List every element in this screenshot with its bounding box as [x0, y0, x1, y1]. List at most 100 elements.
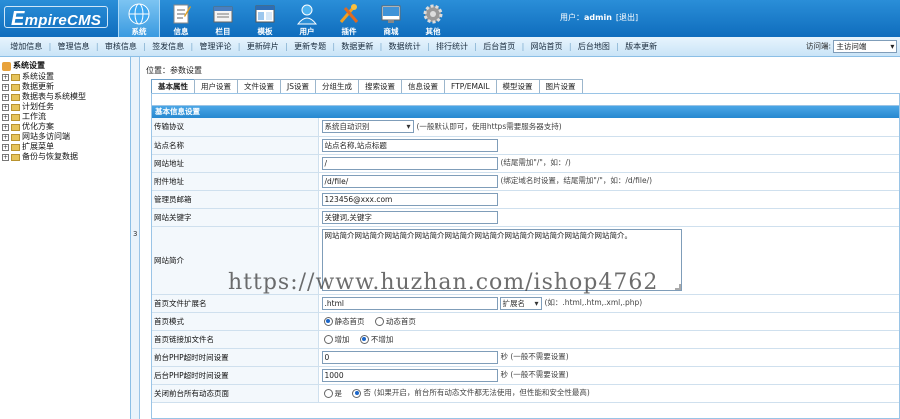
- tree-item-6[interactable]: + 网站多访问端: [2, 132, 130, 142]
- logout-link[interactable]: [退出]: [616, 13, 638, 22]
- folder-icon: [11, 103, 20, 111]
- topnav-item-template[interactable]: 模板: [244, 0, 286, 37]
- tree-item-5[interactable]: + 优化方案: [2, 122, 130, 132]
- tree-item-4[interactable]: + 工作流: [2, 112, 130, 122]
- expand-icon[interactable]: +: [2, 83, 9, 91]
- tree-item-2[interactable]: + 数据表与系统模型: [2, 92, 130, 102]
- folder-icon: [213, 6, 233, 23]
- tab-7[interactable]: FTP/EMAIL: [443, 79, 497, 93]
- close-dynamic-yes-radio[interactable]: [323, 388, 333, 398]
- folder-icon: [11, 93, 20, 101]
- quick-nav-link-4[interactable]: 管理评论: [193, 37, 238, 57]
- quick-nav-link-2[interactable]: 审核信息: [99, 37, 144, 57]
- top-header: EmpireCMS 系统 信息 栏目 模板 用户 插件 商城 其他 用户：adm…: [0, 0, 900, 37]
- index-link-add-radio[interactable]: [323, 334, 333, 344]
- form-row-site-name: 站点名称 站点名称,站点标题: [152, 136, 899, 155]
- quick-nav-link-3[interactable]: 签发信息: [146, 37, 191, 57]
- quick-nav-link-9[interactable]: 排行统计: [430, 37, 475, 57]
- protocol-select[interactable]: 系统自动识别: [321, 120, 414, 134]
- site-url-input[interactable]: /: [321, 156, 498, 170]
- main-content: 位置：参数设置 基本属性 用户设置 文件设置 JS设置 分组生成 搜索设置 信息设置 FTP/…: [141, 57, 900, 419]
- index-ext-input[interactable]: .html: [321, 296, 498, 310]
- site-name-input[interactable]: 站点名称,站点标题: [321, 138, 498, 152]
- tree-item-1[interactable]: + 数据更新: [2, 82, 130, 92]
- shop-icon: [381, 5, 401, 23]
- folder-icon: [11, 123, 20, 131]
- back-timeout-input[interactable]: 1000: [321, 368, 498, 382]
- topnav-item-system[interactable]: 系统: [118, 0, 160, 37]
- tab-1[interactable]: 用户设置: [194, 79, 238, 93]
- expand-icon[interactable]: +: [2, 123, 9, 131]
- expand-icon[interactable]: +: [2, 73, 9, 81]
- sidebar-tree: 系统设置 + 系统设置 + 数据更新 + 数据表与系统模型 + 计划任务 + 工作流 + 优化方案 + 网…: [0, 57, 131, 419]
- form-row-front-timeout: 前台PHP超时时间设置 0秒 (一般不需要设置): [152, 348, 899, 367]
- empirecms-logo[interactable]: EmpireCMS: [4, 6, 109, 30]
- folder-icon: [11, 73, 20, 81]
- tab-2[interactable]: 文件设置: [237, 79, 281, 93]
- tree-item-8[interactable]: + 备份与恢复数据: [2, 152, 130, 162]
- tab-8[interactable]: 模型设置: [495, 79, 540, 93]
- quick-nav-link-12[interactable]: 后台地图: [572, 37, 617, 57]
- tree-root[interactable]: 系统设置: [2, 61, 130, 71]
- tab-4[interactable]: 分组生成: [314, 79, 359, 93]
- expand-icon[interactable]: +: [2, 113, 9, 121]
- quick-nav-link-13[interactable]: 版本更新: [619, 37, 664, 57]
- topnav-item-info[interactable]: 信息: [160, 0, 202, 37]
- close-dynamic-no-radio[interactable]: [352, 388, 362, 398]
- quick-nav-link-6[interactable]: 更新专题: [288, 37, 333, 57]
- quick-nav-link-0[interactable]: 增加信息: [4, 37, 49, 57]
- document-icon: [173, 4, 191, 24]
- quick-nav-link-1[interactable]: 管理信息: [51, 37, 96, 57]
- topnav-item-column[interactable]: 栏目: [202, 0, 244, 37]
- front-timeout-input[interactable]: 0: [321, 350, 498, 364]
- form-row-site-url: 网站地址 / (结尾需加"/"，如：/): [152, 154, 899, 173]
- user-icon: [296, 4, 318, 25]
- quick-nav-link-7[interactable]: 数据更新: [335, 37, 380, 57]
- tab-3[interactable]: JS设置: [280, 79, 316, 93]
- intro-textarea[interactable]: 网站简介网站简介网站简介网站简介网站简介网站简介网站简介网站简介网站简介网站简介…: [321, 229, 682, 291]
- tab-0[interactable]: 基本属性: [151, 79, 195, 93]
- expand-icon[interactable]: +: [2, 93, 9, 101]
- breadcrumb-current[interactable]: 参数设置: [170, 66, 202, 75]
- template-icon: [255, 5, 275, 23]
- quick-nav-links: 增加信息 | 管理信息 | 审核信息 | 签发信息 | 管理评论 | 更新碎片 | 更新专题 | 数据更新 |…: [4, 37, 663, 57]
- folder-icon: [11, 113, 20, 121]
- form-row-attach-url: 附件地址 /d/file/(绑定域名时设置，结尾需加"/"，如：/d/file/…: [152, 172, 899, 191]
- quick-nav-link-11[interactable]: 网站首页: [524, 37, 569, 57]
- resize-grip-icon[interactable]: [674, 284, 681, 290]
- topnav-item-shop[interactable]: 商城: [370, 0, 412, 37]
- topnav-item-other[interactable]: 其他: [412, 0, 454, 37]
- sidebar-splitter[interactable]: 3: [131, 57, 140, 419]
- user-info: 用户：admin [退出]: [560, 13, 639, 22]
- topnav-item-plugin[interactable]: 插件: [328, 0, 370, 37]
- quick-nav-link-5[interactable]: 更新碎片: [240, 37, 285, 57]
- tab-6[interactable]: 信息设置: [400, 79, 445, 93]
- breadcrumb: 位置：参数设置: [146, 66, 202, 75]
- index-mode-dynamic-radio[interactable]: [374, 316, 384, 326]
- expand-icon[interactable]: +: [2, 133, 9, 141]
- tab-9[interactable]: 图片设置: [538, 79, 583, 93]
- quick-nav-bar: 增加信息 | 管理信息 | 审核信息 | 签发信息 | 管理评论 | 更新碎片 | 更新专题 | 数据更新 |…: [0, 37, 900, 57]
- form-row-protocol: 传输协议 系统自动识别(一般默认即可，使用https需要服务器支持): [152, 118, 899, 137]
- settings-root-icon: [2, 61, 11, 71]
- index-ext-select[interactable]: 扩展名: [499, 296, 542, 310]
- topnav-item-user[interactable]: 用户: [286, 0, 328, 37]
- tree-item-0[interactable]: + 系统设置: [2, 72, 130, 82]
- folder-icon: [11, 133, 20, 141]
- attach-url-input[interactable]: /d/file/: [321, 174, 498, 188]
- expand-icon[interactable]: +: [2, 143, 9, 151]
- admin-email-input[interactable]: 123456@xxx.com: [321, 192, 498, 206]
- form-row-admin-email: 管理员邮箱 123456@xxx.com: [152, 190, 899, 209]
- expand-icon[interactable]: +: [2, 153, 9, 161]
- gear-icon: [423, 4, 443, 24]
- index-mode-static-radio[interactable]: [323, 316, 333, 326]
- keywords-input[interactable]: 关键词,关键字: [321, 210, 498, 224]
- expand-icon[interactable]: +: [2, 103, 9, 111]
- quick-nav-link-10[interactable]: 后台首页: [477, 37, 522, 57]
- tree-item-7[interactable]: + 扩展菜单: [2, 142, 130, 152]
- quick-nav-link-8[interactable]: 数据统计: [382, 37, 427, 57]
- tab-5[interactable]: 搜索设置: [357, 79, 402, 93]
- visit-endpoint-select[interactable]: 主访问端: [833, 40, 898, 53]
- index-link-noadd-radio[interactable]: [359, 334, 369, 344]
- tree-item-3[interactable]: + 计划任务: [2, 102, 130, 112]
